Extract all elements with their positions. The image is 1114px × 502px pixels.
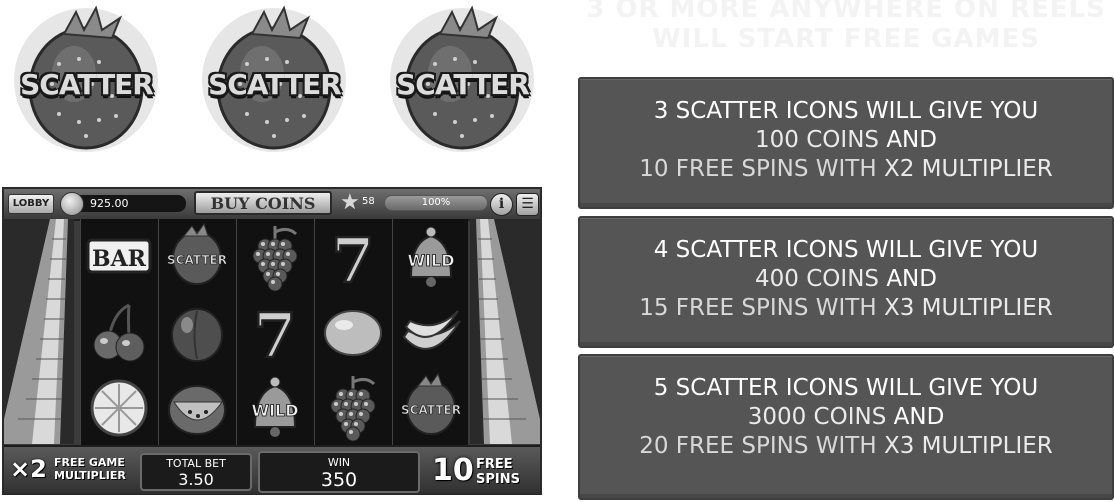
cherries-symbol [81,295,156,369]
paytable-multiplier: X3 [883,295,915,321]
paytable-spins: 10 FREE SPINS WITH [639,156,877,182]
paytable-line: 5 SCATTER ICONS WILL GIVE YOU [653,375,1039,401]
reels-area: BAR SCATTER 7 WILD 7 WILD SCATTER [80,219,468,445]
reel-2: SCATTER [158,219,233,445]
paytable-and: AND [886,127,937,153]
scatter-label: SCATTER [208,68,342,101]
bananas-symbol [393,295,468,369]
svg-text:WILD: WILD [407,251,454,270]
right-reel-frame [470,219,540,444]
paytable-multiplier-word: MULTIPLIER [921,433,1053,459]
free-game-multiplier: ×2 [10,455,47,483]
paytable-panel-5: 5 SCATTER ICONS WILL GIVE YOU 3000 COINS… [578,354,1114,500]
reel-5: WILD SCATTER [392,219,467,445]
win-label: WIN [327,456,351,469]
paytable-line: 3 SCATTER ICONS WILL GIVE YOU [653,98,1039,124]
player-level: 58 [362,196,375,207]
top-bar: LOBBY 925.00 BUY COINS ★ 58 100% i ☰ [4,189,540,221]
win-box: WIN 350 [258,451,420,493]
wild-symbol: WILD [237,370,312,444]
xp-progress-bar: 100% [384,195,488,211]
coin-icon [60,192,84,216]
reel-3: 7 WILD [236,219,311,445]
scatter-symbol-3: SCATTER [380,4,545,154]
star-icon: ★ [340,190,360,215]
scatter-symbol: SCATTER [159,220,234,294]
seven-symbol: 7 [315,220,390,294]
scatter-symbol: SCATTER [393,370,468,444]
paytable-line: 4 SCATTER ICONS WILL GIVE YOU [653,237,1039,263]
paytable-multiplier: X2 [883,156,915,182]
win-value: 350 [320,469,358,491]
reel-1: BAR [80,219,155,445]
seven-symbol: 7 [237,295,312,369]
bar-symbol: BAR [81,220,156,294]
free-games-hint: 3 OR MORE ANYWHERE ON REELS WILL START F… [578,0,1114,54]
coin-balance: 925.00 [74,195,186,212]
xp-percent: 100% [421,197,451,208]
svg-text:SCATTER: SCATTER [167,253,227,267]
scatter-symbol-1: SCATTER [4,4,169,154]
slot-machine: LOBBY 925.00 BUY COINS ★ 58 100% i ☰ BAR… [2,187,542,495]
paytable-and: AND [893,404,945,430]
paytable-multiplier-word: MULTIPLIER [921,295,1053,321]
lemon-symbol [315,295,390,369]
left-reel-frame [4,219,74,444]
menu-button[interactable]: ☰ [516,193,539,216]
paytable-spins: 15 FREE SPINS WITH [639,295,877,321]
info-button[interactable]: i [490,193,513,216]
paytable-spins: 20 FREE SPINS WITH [639,433,877,459]
wild-symbol: WILD [393,220,468,294]
buy-coins-button[interactable]: BUY COINS [194,191,332,215]
total-bet-value: 3.50 [178,470,214,489]
paytable-panel-3: 3 SCATTER ICONS WILL GIVE YOU 100 COINS … [578,77,1114,209]
paytable-coins: 100 COINS [755,127,879,153]
lobby-button[interactable]: LOBBY [8,194,54,214]
svg-text:SCATTER: SCATTER [401,403,461,417]
paytable-multiplier-word: MULTIPLIER [921,156,1053,182]
svg-text:7: 7 [331,224,374,292]
paytable-multiplier: X3 [883,433,915,459]
multiplier-label: FREE GAME MULTIPLIER [54,456,126,482]
total-bet-label: TOTAL BET [166,457,226,470]
grapes-symbol [237,220,312,294]
free-spins-label: FREE SPINS [476,457,520,487]
free-spins-count: 10 [432,453,474,488]
scatter-symbol-2: SCATTER [192,4,357,154]
svg-text:BAR: BAR [92,246,147,272]
paytable-and: AND [886,266,937,292]
scatter-label: SCATTER [396,68,530,101]
hint-line-1: 3 OR MORE ANYWHERE ON REELS [586,0,1106,24]
plum-symbol [159,295,234,369]
scatter-label: SCATTER [20,68,154,101]
reel-4: 7 [314,219,389,445]
svg-text:WILD: WILD [251,401,298,420]
watermelon-symbol [159,370,234,444]
paytable-coins: 400 COINS [755,266,879,292]
paytable-panel-4: 4 SCATTER ICONS WILL GIVE YOU 400 COINS … [578,216,1114,348]
total-bet-box[interactable]: TOTAL BET 3.50 [140,453,252,491]
orange-symbol [81,370,156,444]
svg-text:7: 7 [253,299,296,367]
paytable-coins: 3000 COINS [747,404,887,430]
bottom-bar: ×2 FREE GAME MULTIPLIER TOTAL BET 3.50 W… [4,445,540,493]
grapes-symbol [315,370,390,444]
hint-line-2: WILL START FREE GAMES [652,24,1040,54]
